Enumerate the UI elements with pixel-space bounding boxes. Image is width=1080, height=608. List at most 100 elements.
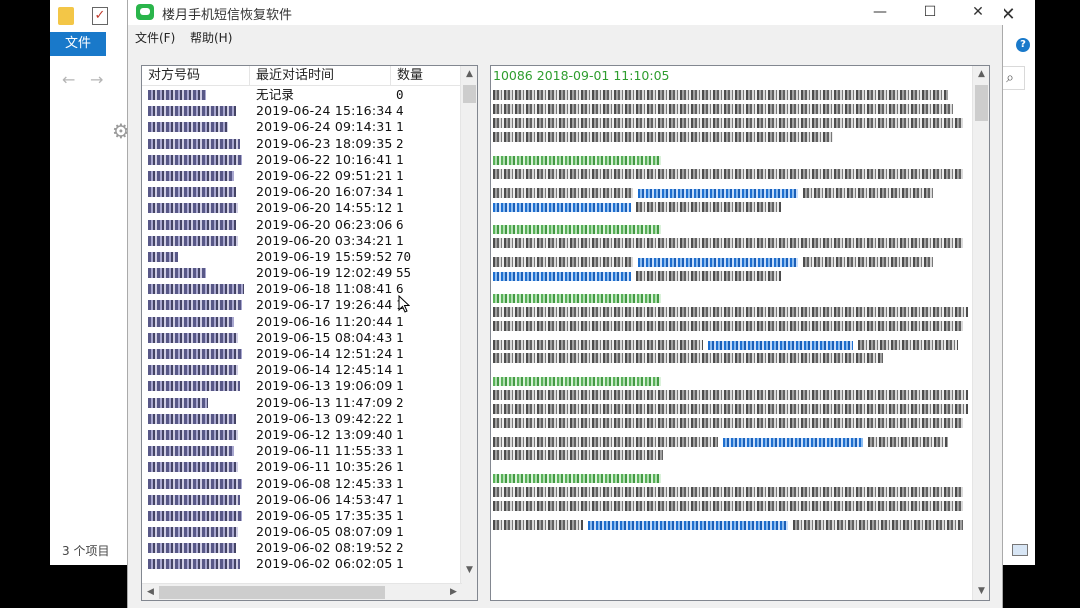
redacted-text [493, 390, 968, 400]
table-row[interactable]: 2019-06-02 08:19:52 2 [142, 540, 462, 556]
redacted-link[interactable] [708, 341, 854, 350]
table-row[interactable]: 2019-06-13 09:42:22 1 [142, 411, 462, 427]
table-row[interactable]: 2019-06-24 15:16:34 4 [142, 103, 462, 119]
redacted-text [493, 104, 953, 114]
cell-number [148, 217, 236, 234]
table-row[interactable]: 2019-06-02 06:02:05 1 [142, 556, 462, 572]
scroll-right-icon[interactable]: ▶ [445, 584, 462, 600]
cell-count: 0 [396, 87, 404, 102]
back-arrow-icon[interactable]: ← [62, 70, 75, 89]
redacted-phone-number [148, 90, 206, 100]
table-row[interactable]: 2019-06-11 11:55:33 1 [142, 443, 462, 459]
redacted-phone-number [148, 203, 238, 214]
cell-number [148, 103, 236, 120]
table-row[interactable]: 2019-06-20 16:07:34 1 [142, 184, 462, 200]
table-row[interactable]: 2019-06-19 15:59:52 70 [142, 249, 462, 265]
table-row[interactable]: 2019-06-20 14:55:12 1 [142, 200, 462, 216]
table-row[interactable]: 2019-06-14 12:45:14 1 [142, 362, 462, 378]
table-row[interactable]: 2019-06-20 06:23:06 6 [142, 217, 462, 233]
table-row[interactable]: 2019-06-19 12:02:49 55 [142, 265, 462, 281]
redacted-link[interactable] [723, 438, 864, 447]
cell-time: 2019-06-02 08:19:52 [256, 540, 393, 556]
table-row[interactable]: 2019-06-08 12:45:33 1 [142, 476, 462, 492]
redacted-link[interactable] [493, 272, 631, 281]
redacted-phone-number [148, 268, 206, 279]
explorer-file-tab[interactable]: 文件 [50, 32, 106, 56]
table-row[interactable]: 2019-06-14 12:51:24 1 [142, 346, 462, 362]
message-view[interactable]: 10086 2018-09-01 11:10:05 ▲ ▼ [490, 65, 990, 601]
column-header-number[interactable]: 对方号码 [142, 66, 250, 86]
list-vertical-scrollbar[interactable]: ▲ ▼ [460, 66, 477, 600]
explorer-status-text: 3 个项目 [62, 544, 110, 558]
table-row[interactable]: 2019-06-12 13:09:40 1 [142, 427, 462, 443]
redacted-phone-number [148, 413, 236, 424]
table-row[interactable]: 2019-06-15 08:04:43 1 [142, 330, 462, 346]
redacted-message-header [493, 294, 661, 303]
forward-arrow-icon[interactable]: → [90, 70, 103, 89]
help-icon[interactable]: ? [1016, 38, 1030, 52]
scroll-down-icon[interactable]: ▼ [461, 562, 477, 579]
table-row[interactable]: 2019-06-05 17:35:35 1 [142, 508, 462, 524]
maximize-button[interactable]: ☐ [915, 2, 945, 22]
redacted-phone-number [148, 365, 238, 376]
redacted-text [493, 487, 963, 497]
details-view-icon[interactable] [1012, 544, 1028, 556]
table-row[interactable]: 2019-06-17 19:26:441 [142, 297, 462, 313]
table-row[interactable]: 无记录 0 [142, 87, 462, 103]
contact-list[interactable]: 对方号码 最近对话时间 数量 无记录 0 2019-06-24 15:16:34 4 2… [141, 65, 478, 601]
redacted-phone-number [148, 462, 238, 473]
table-row[interactable]: 2019-06-23 18:09:35 2 [142, 136, 462, 152]
list-horizontal-scrollbar[interactable]: ◀ ▶ [142, 583, 462, 600]
redacted-text-with-link [493, 515, 973, 530]
table-row[interactable]: 2019-06-24 09:14:31 1 [142, 119, 462, 135]
redacted-link[interactable] [493, 203, 631, 212]
redacted-phone-number [148, 187, 236, 198]
message-vertical-scrollbar[interactable]: ▲ ▼ [972, 66, 989, 600]
column-header-time[interactable]: 最近对话时间 [250, 66, 391, 86]
minimize-button[interactable]: — [865, 2, 895, 22]
table-row[interactable]: 2019-06-06 14:53:47 1 [142, 492, 462, 508]
redacted-phone-number [148, 381, 240, 392]
menu-help[interactable]: 帮助(H) [190, 29, 232, 46]
table-row[interactable]: 2019-06-13 11:47:09 2 [142, 395, 462, 411]
table-row[interactable]: 2019-06-16 11:20:44 1 [142, 314, 462, 330]
list-hscroll-thumb[interactable] [159, 586, 385, 599]
cell-time: 2019-06-17 19:26:44 [256, 297, 393, 313]
table-row[interactable]: 2019-06-11 10:35:26 1 [142, 459, 462, 475]
scroll-down-icon[interactable]: ▼ [973, 583, 989, 600]
properties-icon[interactable]: ✓ [92, 7, 108, 25]
table-row[interactable]: 2019-06-22 10:16:41 1 [142, 152, 462, 168]
cell-number [148, 297, 242, 314]
redacted-text-with-link [493, 266, 973, 281]
cell-count: 1 [396, 459, 404, 475]
scroll-left-icon[interactable]: ◀ [142, 584, 159, 600]
redacted-phone-number [148, 284, 244, 295]
scroll-up-icon[interactable]: ▲ [973, 66, 989, 83]
table-row[interactable]: 2019-06-22 09:51:21 1 [142, 168, 462, 184]
column-header-count[interactable]: 数量 [391, 66, 462, 86]
redacted-link[interactable] [588, 521, 789, 530]
cell-number [148, 556, 240, 573]
table-row[interactable]: 2019-06-13 19:06:09 1 [142, 378, 462, 394]
cell-number [148, 330, 238, 347]
table-row[interactable]: 2019-06-20 03:34:21 1 [142, 233, 462, 249]
cell-number [148, 443, 234, 460]
list-scroll-thumb[interactable] [463, 85, 476, 103]
cell-count: 1 [396, 346, 404, 361]
table-row[interactable]: 2019-06-18 11:08:41 6 [142, 281, 462, 297]
cell-number [148, 200, 238, 217]
message-scroll-thumb[interactable] [975, 85, 988, 121]
cell-count: 1 [396, 313, 404, 329]
close-button[interactable]: ✕ [963, 2, 993, 22]
menu-file[interactable]: 文件(F) [135, 29, 175, 46]
cell-count: 1 [396, 232, 404, 248]
cell-number [148, 459, 238, 476]
redacted-phone-number [148, 170, 234, 181]
cell-time: 2019-06-13 19:06:09 [256, 378, 393, 394]
scroll-up-icon[interactable]: ▲ [461, 66, 477, 83]
folder-icon[interactable] [58, 7, 74, 25]
table-row[interactable]: 2019-06-05 08:07:09 1 [142, 524, 462, 540]
redacted-text [493, 169, 963, 179]
redacted-phone-number [148, 478, 242, 489]
cell-time: 2019-06-19 12:02:49 [256, 265, 393, 281]
